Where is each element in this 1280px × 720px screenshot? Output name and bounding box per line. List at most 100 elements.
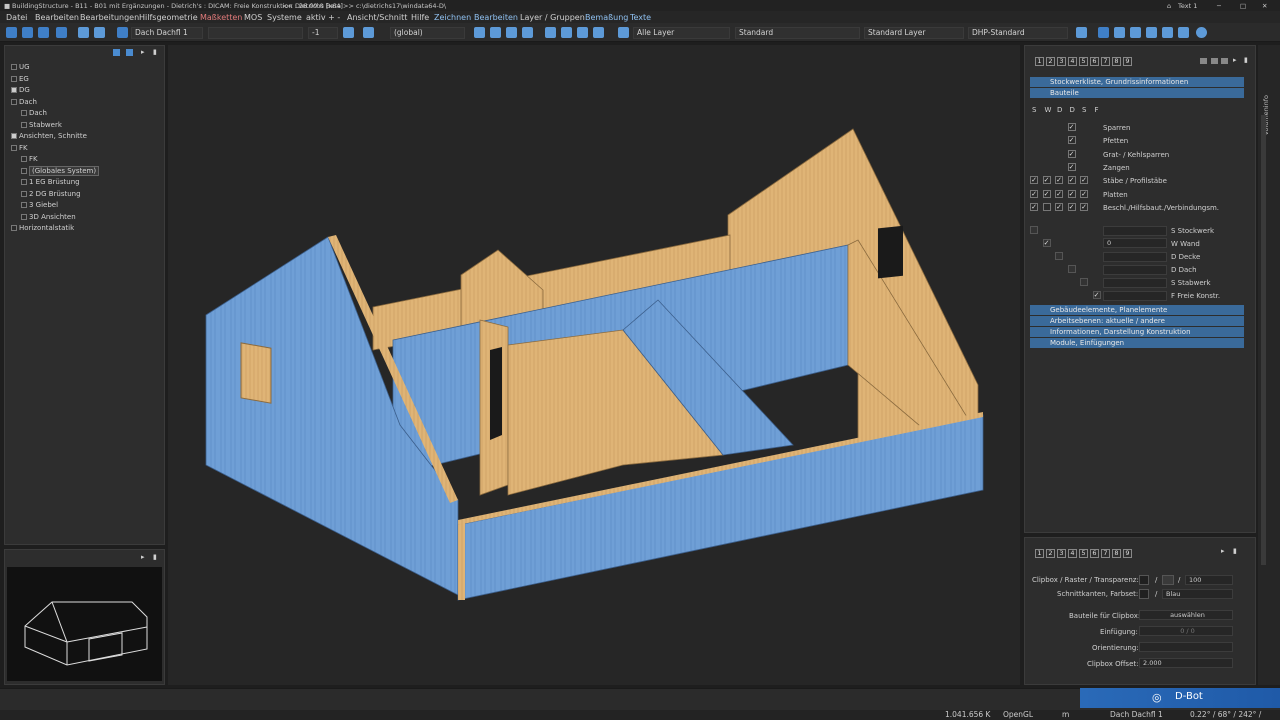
tree-item[interactable]: FK — [21, 155, 38, 165]
layer-value-input[interactable] — [1103, 226, 1167, 236]
page-button[interactable]: 4 — [1068, 549, 1077, 558]
menu-hilfe[interactable]: Hilfe — [411, 13, 429, 22]
pin-icon[interactable]: ▸ — [1233, 56, 1237, 64]
page-button[interactable]: 1 — [1035, 549, 1044, 558]
line-icon[interactable] — [1162, 27, 1173, 38]
tree-item[interactable]: DG — [11, 86, 30, 96]
menu-ansicht-schnitt[interactable]: Ansicht/Schnitt — [347, 13, 407, 22]
tree-item[interactable]: 3D Ansichten — [21, 213, 76, 223]
element-select[interactable]: Dach Dachfl 1 — [131, 27, 203, 39]
circle-icon[interactable] — [1196, 27, 1207, 38]
menu-masketten[interactable]: Maßketten — [200, 13, 242, 22]
bar-stockwerkliste[interactable]: Stockwerkliste, Grundrissinformationen — [1030, 77, 1244, 87]
pin-icon[interactable]: ▸ — [141, 553, 145, 561]
page-button[interactable]: 9 — [1123, 57, 1132, 66]
page-button[interactable]: 2 — [1046, 549, 1055, 558]
layer-value-input[interactable] — [1103, 291, 1167, 301]
page-button[interactable]: 5 — [1079, 57, 1088, 66]
coord-system-select[interactable]: (global) — [390, 27, 465, 39]
view-2-icon[interactable] — [561, 27, 572, 38]
layer-value-input[interactable] — [1103, 265, 1167, 275]
menu-mos[interactable]: MOS — [244, 13, 262, 22]
component-checkbox[interactable]: ✓ — [1030, 189, 1038, 198]
component-checkbox[interactable]: ✓ — [1080, 189, 1088, 198]
layer-checkbox[interactable] — [1055, 252, 1063, 260]
menu-layer-gruppen[interactable]: Layer / Gruppen — [520, 13, 585, 22]
menu-systeme[interactable]: Systeme — [267, 13, 302, 22]
cross-icon[interactable] — [1114, 27, 1125, 38]
dock-icon[interactable]: ▮ — [1233, 547, 1237, 555]
menu-aktiv[interactable]: aktiv + - — [306, 13, 340, 22]
plane-2-icon[interactable] — [490, 27, 501, 38]
menu-hilfsgeometrie[interactable]: Hilfsgeometrie — [139, 13, 198, 22]
diagonal-icon[interactable] — [1178, 27, 1189, 38]
bar-bauteile[interactable]: Bauteile — [1030, 88, 1244, 98]
farbset-select[interactable]: Blau — [1162, 589, 1233, 599]
dock-icon[interactable]: ▮ — [1244, 56, 1248, 64]
grid-view-icon[interactable] — [1221, 58, 1228, 64]
tree-checkbox[interactable] — [21, 121, 27, 128]
layer-checkbox[interactable]: ✓ — [1042, 239, 1051, 247]
clipbox-offset-input[interactable]: 2.000 — [1139, 658, 1233, 668]
component-checkbox[interactable] — [1042, 202, 1051, 211]
component-checkbox[interactable]: ✓ — [1055, 189, 1063, 198]
tree-item[interactable]: EG — [11, 75, 29, 85]
page-button[interactable]: 6 — [1090, 57, 1099, 66]
page-button[interactable]: 6 — [1090, 549, 1099, 558]
triangle-icon[interactable] — [1146, 27, 1157, 38]
page-button[interactable]: 1 — [1035, 57, 1044, 66]
list-view-icon[interactable] — [1200, 58, 1207, 64]
close-button[interactable]: ✕ — [1262, 2, 1267, 10]
orientierung-input[interactable] — [1139, 642, 1233, 652]
tree-checkbox[interactable] — [21, 156, 27, 162]
component-checkbox[interactable]: ✓ — [1030, 202, 1038, 211]
layer-icon[interactable] — [343, 27, 354, 38]
layer-checkbox[interactable] — [1080, 278, 1088, 286]
tree-checkbox[interactable] — [21, 190, 27, 197]
component-checkbox[interactable]: ✓ — [1067, 202, 1076, 211]
tree-item[interactable]: (Globales System) — [21, 165, 100, 177]
tree-checkbox[interactable] — [11, 144, 17, 151]
plane-3-icon[interactable] — [506, 27, 517, 38]
component-checkbox[interactable]: ✓ — [1042, 176, 1051, 185]
layer-checkbox[interactable]: ✓ — [1092, 291, 1101, 299]
component-checkbox[interactable]: ✓ — [1067, 162, 1076, 171]
view-4-icon[interactable] — [593, 27, 604, 38]
page-button[interactable]: 3 — [1057, 57, 1066, 66]
tree-checkbox[interactable] — [11, 87, 17, 93]
menu-bearbeiten[interactable]: Bearbeiten — [35, 13, 79, 22]
page-button[interactable]: 8 — [1112, 57, 1121, 66]
component-checkbox[interactable]: ✓ — [1030, 176, 1038, 185]
tree-item[interactable]: Dach — [21, 109, 47, 119]
rectangle-icon[interactable] — [1098, 27, 1109, 38]
component-checkbox[interactable]: ✓ — [1055, 202, 1063, 211]
component-checkbox[interactable]: ✓ — [1067, 176, 1076, 185]
layer-value-input[interactable] — [1103, 252, 1167, 262]
undo-icon[interactable] — [78, 27, 89, 38]
panel-section-bar[interactable]: Module, Einfügungen — [1030, 338, 1244, 348]
page-button[interactable]: 8 — [1112, 549, 1121, 558]
view-3-icon[interactable] — [577, 27, 588, 38]
tree-item[interactable]: FK — [11, 144, 28, 154]
component-checkbox[interactable]: ✓ — [1080, 202, 1088, 211]
tree-checkbox[interactable] — [11, 133, 17, 139]
3d-viewport[interactable] — [168, 45, 1020, 685]
schnitt-color-swatch[interactable] — [1139, 589, 1149, 599]
maximize-button[interactable]: □ — [1240, 2, 1246, 10]
component-checkbox[interactable]: ✓ — [1067, 123, 1076, 131]
clipbox-color-swatch[interactable] — [1139, 575, 1149, 585]
panel-section-bar[interactable]: Informationen, Darstellung Konstruktion — [1030, 327, 1244, 337]
layer-checkbox[interactable] — [1067, 265, 1076, 273]
pen-select[interactable]: DHP-Standard — [968, 27, 1068, 39]
menu-bearbeitungen[interactable]: Bearbeitungen — [80, 13, 139, 22]
redo-icon[interactable] — [94, 27, 105, 38]
menu-texte[interactable]: Texte — [630, 13, 651, 22]
tree-checkbox[interactable] — [21, 179, 27, 185]
home-icon[interactable]: ⌂ — [1167, 2, 1171, 10]
page-button[interactable]: 5 — [1079, 549, 1088, 558]
component-checkbox[interactable]: ✓ — [1067, 189, 1076, 198]
tree-item[interactable]: 2 DG Brüstung — [21, 190, 81, 200]
einfuegung-input[interactable]: 0 / 0 — [1139, 626, 1233, 636]
component-checkbox[interactable]: ✓ — [1055, 176, 1063, 185]
level-select[interactable]: -1 — [308, 27, 338, 39]
